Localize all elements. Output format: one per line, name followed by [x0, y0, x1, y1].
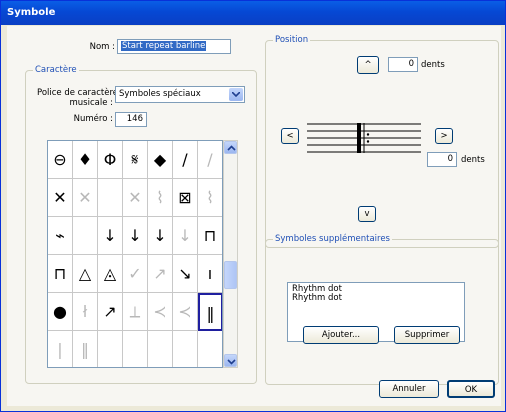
- symbol-cell[interactable]: ●: [48, 293, 73, 331]
- grid-scrollbar[interactable]: [223, 140, 238, 368]
- horizontal-offset-field[interactable]: 0: [427, 152, 457, 167]
- symbol-cell[interactable]: ↗: [98, 293, 123, 331]
- chevron-down-icon[interactable]: [229, 88, 243, 101]
- vertical-offset-value: 0: [408, 59, 414, 69]
- ok-button[interactable]: OK: [447, 380, 495, 398]
- move-right-button[interactable]: >: [435, 128, 453, 144]
- symbol-dialog: Symbole Nom : Start repeat barline Carac…: [0, 0, 506, 412]
- scroll-thumb[interactable]: [224, 261, 237, 289]
- horizontal-unit-label: dents: [461, 155, 485, 165]
- symbol-cell[interactable]: [73, 217, 98, 255]
- symbol-cell[interactable]: /: [198, 141, 222, 179]
- symbol-cell[interactable]: ⌁: [48, 217, 73, 255]
- font-label-line1: Police de caractère: [37, 88, 119, 98]
- symbol-cell[interactable]: ↓: [148, 217, 173, 255]
- numero-value: 146: [126, 114, 143, 124]
- symbol-cell[interactable]: [123, 331, 148, 367]
- symbol-cell[interactable]: ⟂: [123, 293, 148, 331]
- font-dropdown-value: Symboles spéciaux: [119, 89, 201, 99]
- symbol-cell[interactable]: [198, 331, 222, 367]
- symbol-cell[interactable]: ł: [73, 293, 98, 331]
- symbol-cell[interactable]: △: [73, 255, 98, 293]
- symbol-cell[interactable]: ✓: [123, 255, 148, 293]
- move-down-button[interactable]: v: [358, 206, 376, 222]
- symbol-cell[interactable]: ‖: [198, 293, 222, 331]
- symbol-cell[interactable]: ✕: [123, 179, 148, 217]
- symbol-cell[interactable]: ı: [198, 255, 222, 293]
- symbol-grid[interactable]: ⊖ ♦ Φ 𝄋 ◆ / / ✕ ✕ ✕ ⌇ ⊠ ⌇ ⌁ ↓ ↓ ↓ ↓ ⊓ ⊓ △ ◬ ✓ ↗ ↘ ı ● ł ↗ ⟂ ≺ ≺ ‖ | ‖: [47, 140, 223, 368]
- cancel-button[interactable]: Annuler: [379, 380, 439, 398]
- symbol-cell[interactable]: ⊖: [48, 141, 73, 179]
- position-legend: Position: [273, 35, 311, 46]
- font-dropdown[interactable]: Symboles spéciaux: [115, 86, 245, 103]
- symbol-cell[interactable]: ⊓: [48, 255, 73, 293]
- symbol-cell[interactable]: ↓: [98, 217, 123, 255]
- symbol-cell[interactable]: ≺: [173, 293, 198, 331]
- scroll-down-icon[interactable]: [224, 354, 237, 367]
- symbol-cell[interactable]: ◬: [98, 255, 123, 293]
- vertical-offset-field[interactable]: 0: [388, 57, 418, 72]
- symbol-cell[interactable]: ↘: [173, 255, 198, 293]
- move-left-button[interactable]: <: [281, 128, 299, 144]
- window-title: Symbole: [7, 7, 56, 18]
- symbol-cell[interactable]: /: [173, 141, 198, 179]
- horizontal-offset-value: 0: [447, 154, 453, 164]
- symbol-cell[interactable]: ⊠: [173, 179, 198, 217]
- font-label-line2: musicale :: [69, 98, 114, 108]
- numero-label: Numéro :: [73, 114, 113, 124]
- scroll-up-icon[interactable]: [224, 141, 237, 154]
- symbol-cell[interactable]: ◆: [148, 141, 173, 179]
- extra-symbols-legend: Symboles supplémentaires: [273, 234, 392, 245]
- symbol-cell[interactable]: ↓: [173, 217, 198, 255]
- symbol-cell[interactable]: 𝄋: [123, 141, 148, 179]
- title-bar: Symbole: [1, 1, 505, 25]
- symbol-cell[interactable]: ♦: [73, 141, 98, 179]
- symbol-cell[interactable]: ⌇: [148, 179, 173, 217]
- symbol-cell[interactable]: ⊓: [198, 217, 222, 255]
- symbol-cell[interactable]: [98, 331, 123, 367]
- nom-value: Start repeat barline: [121, 41, 207, 51]
- numero-field[interactable]: 146: [115, 112, 147, 127]
- vertical-unit-label: dents: [421, 60, 445, 70]
- symbol-cell[interactable]: ≺: [148, 293, 173, 331]
- symbol-cell[interactable]: ‖: [73, 331, 98, 367]
- symbol-cell[interactable]: ⌇: [198, 179, 222, 217]
- symbol-cell[interactable]: ↓: [123, 217, 148, 255]
- symbol-cell[interactable]: ↗: [148, 255, 173, 293]
- dialog-body: Nom : Start repeat barline Caractère Pol…: [7, 26, 501, 406]
- nom-field[interactable]: Start repeat barline: [117, 39, 231, 54]
- symbol-cell[interactable]: |: [48, 331, 73, 367]
- list-item[interactable]: Rhythm dot: [292, 294, 460, 303]
- symbol-cell[interactable]: [148, 331, 173, 367]
- caractere-legend: Caractère: [33, 65, 79, 76]
- nom-label: Nom :: [89, 42, 115, 52]
- move-up-button[interactable]: ^: [357, 56, 379, 74]
- symbol-cell[interactable]: Φ: [98, 141, 123, 179]
- symbol-cell[interactable]: [173, 331, 198, 367]
- symbol-cell[interactable]: ✕: [48, 179, 73, 217]
- add-button[interactable]: Ajouter...: [303, 326, 379, 344]
- symbol-cell[interactable]: ✕: [73, 179, 98, 217]
- symbol-cell[interactable]: [98, 179, 123, 217]
- remove-button[interactable]: Supprimer: [394, 326, 460, 344]
- staff-preview: [307, 123, 421, 153]
